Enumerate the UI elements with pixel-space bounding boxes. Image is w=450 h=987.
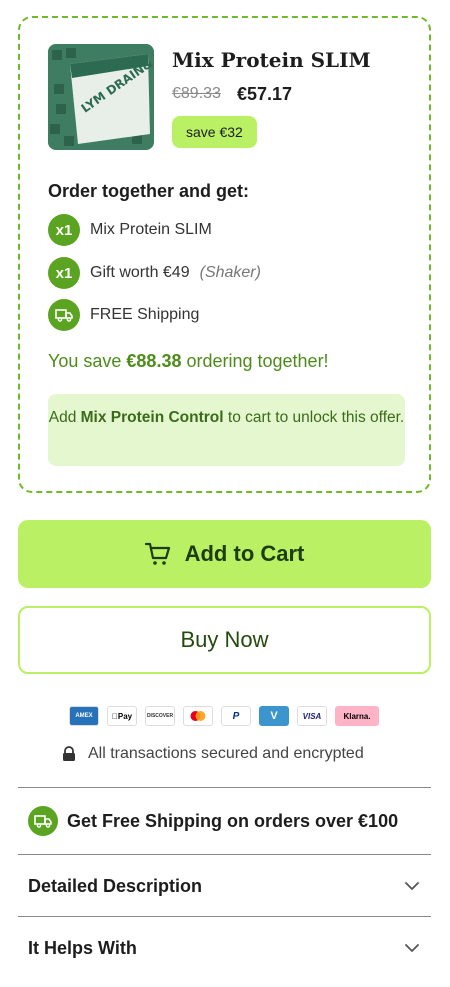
lock-icon [62, 746, 76, 762]
venmo-icon: V [259, 706, 289, 726]
free-shipping-text: Get Free Shipping on orders over €100 [67, 810, 399, 831]
secure-transactions-note: All transactions secured and encrypted [62, 745, 364, 763]
old-price: €89.33 [172, 85, 221, 102]
apple-pay-label: Pay [114, 711, 132, 721]
visa-icon: VISA [297, 706, 327, 726]
perk-item-product: x1 Mix Protein SLIM [48, 214, 212, 246]
chevron-down-icon [405, 943, 419, 953]
apple-pay-icon: Pay [107, 706, 137, 726]
payment-methods-row: AMEX Pay DISCOVER P V VISA Klarna. [69, 706, 379, 726]
product-package-illustration: LYM DRAIN& DETOX [48, 44, 154, 150]
accordion-label: It Helps With [28, 937, 137, 958]
unlock-offer-notice: Add Mix Protein Control to cart to unloc… [48, 394, 405, 466]
divider [18, 787, 431, 788]
amex-icon: AMEX [69, 706, 99, 726]
product-thumbnail: LYM DRAIN& DETOX [48, 44, 154, 150]
cart-icon [144, 542, 171, 566]
perk-text: Gift worth €49 [90, 264, 190, 281]
perk-item-shipping: FREE Shipping [48, 299, 199, 331]
you-save-amount: €88.38 [126, 351, 182, 371]
buy-now-label: Buy Now [180, 627, 269, 652]
truck-icon [48, 299, 80, 331]
klarna-icon: Klarna. [335, 706, 379, 726]
add-to-cart-button[interactable]: Add to Cart [18, 520, 431, 588]
chevron-down-icon [405, 881, 419, 891]
perk-item-gift: x1 Gift worth €49 (Shaker) [48, 257, 261, 289]
secure-text: All transactions secured and encrypted [88, 745, 364, 762]
add-to-cart-label: Add to Cart [184, 541, 305, 566]
you-save-text: You save €88.38 ordering together! [48, 351, 329, 372]
accordion-detailed-description[interactable]: Detailed Description [18, 856, 431, 916]
quantity-badge: x1 [48, 214, 80, 246]
free-shipping-banner: Get Free Shipping on orders over €100 [28, 806, 398, 836]
divider [18, 854, 431, 855]
discover-icon: DISCOVER [145, 706, 175, 726]
quantity-badge: x1 [48, 257, 80, 289]
mastercard-icon [183, 706, 213, 726]
accordion-it-helps-with[interactable]: It Helps With [18, 918, 431, 978]
you-save-suffix: ordering together! [181, 351, 329, 371]
perk-note: (Shaker) [199, 264, 261, 281]
unlock-prefix: Add [48, 409, 81, 426]
order-together-heading: Order together and get: [48, 181, 250, 201]
new-price: €57.17 [237, 84, 293, 104]
bundle-offer-box: LYM DRAIN& DETOX Mix Protein SLIM €89.33… [18, 16, 431, 493]
perk-text: Mix Protein SLIM [90, 221, 212, 238]
product-title: Mix Protein SLIM [172, 48, 371, 72]
unlock-suffix: to cart to unlock this offer. [223, 409, 405, 426]
unlock-product-name: Mix Protein Control [80, 409, 224, 426]
truck-icon [28, 806, 58, 836]
paypal-icon: P [221, 706, 251, 726]
divider [18, 916, 431, 917]
buy-now-button[interactable]: Buy Now [18, 606, 431, 674]
you-save-prefix: You save [48, 351, 127, 371]
accordion-label: Detailed Description [28, 875, 203, 896]
save-badge: save €32 [172, 116, 257, 148]
perk-text: FREE Shipping [90, 306, 200, 323]
